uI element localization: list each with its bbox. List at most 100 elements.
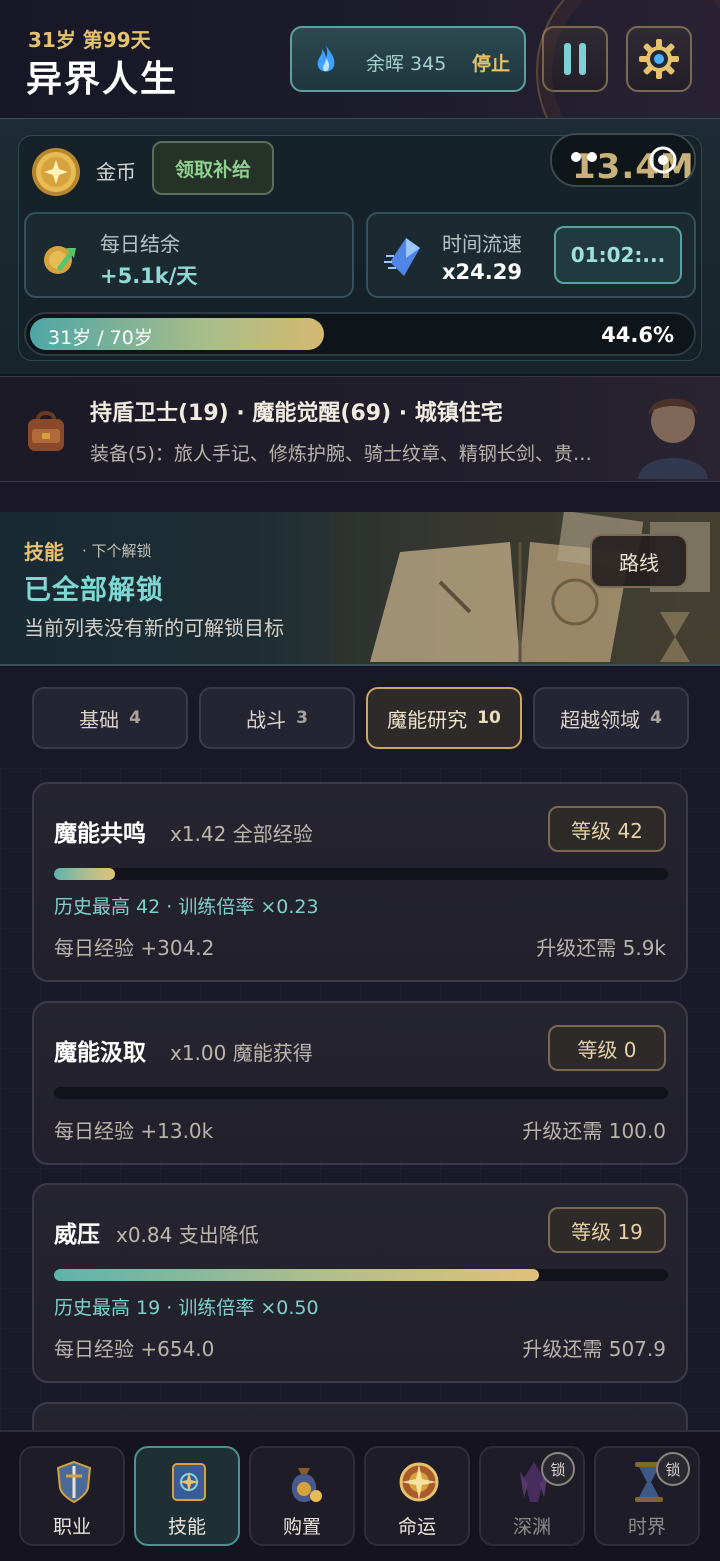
route-button[interactable]: 路线 — [590, 534, 688, 588]
lock-icon: 锁 — [541, 1452, 575, 1486]
skill-exp-needed: 升级还需 507.9 — [522, 1337, 666, 1361]
tab-label: 基础 — [79, 707, 120, 732]
tab-label: 魔能研究 — [387, 707, 468, 732]
tab-basic[interactable]: 基础 4 — [32, 687, 188, 749]
skill-level-badge: 等级 0 — [548, 1025, 666, 1071]
tab-label: 战斗 — [246, 707, 287, 732]
skill-effect: x1.42 全部经验 — [170, 822, 313, 846]
tab-magic-research[interactable]: 魔能研究 10 — [366, 687, 522, 749]
app-title: 异界人生 — [26, 59, 179, 100]
skill-effect: x1.00 魔能获得 — [170, 1041, 313, 1065]
age-progress-percent: 44.6% — [601, 323, 674, 347]
settings-button[interactable] — [626, 26, 692, 92]
money-bag-icon — [292, 1468, 322, 1502]
nav-label: 深渊 — [512, 1516, 551, 1538]
daily-balance-label: 每日结余 — [100, 232, 180, 256]
skill-effect: x0.84 支出降低 — [116, 1223, 259, 1247]
skill-category-tabs: 基础 4 战斗 3 魔能研究 10 超越领域 4 — [0, 668, 720, 768]
skill-progress-bar — [54, 868, 668, 880]
skill-list[interactable]: 魔能共鸣 x1.42 全部经验 等级 42 历史最高 42 · 训练倍率 ×0.… — [0, 768, 720, 1430]
nav-abyss[interactable]: 深渊 锁 — [479, 1446, 585, 1546]
tab-transcendence[interactable]: 超越领域 4 — [533, 687, 689, 749]
time-speed-box: 时间流速 x24.29 01:02:... — [366, 212, 696, 298]
skills-banner: 技能 · 下个解锁 已全部解锁 当前列表没有新的可解锁目标 路线 — [0, 512, 720, 666]
skill-card[interactable]: 威压 x0.84 支出降低 等级 19 历史最高 19 · 训练倍率 ×0.50… — [32, 1183, 688, 1383]
skill-exp-needed: 升级还需 100.0 — [522, 1119, 666, 1143]
crystal-icon — [384, 238, 420, 276]
pause-button[interactable] — [542, 26, 608, 92]
nav-skills[interactable]: 技能 — [134, 1446, 240, 1546]
age-progress-bar: 31岁 / 70岁 44.6% — [24, 312, 696, 356]
skill-card[interactable]: 魔能汲取 x1.00 魔能获得 等级 0 每日经验 +13.0k 升级还需 10… — [32, 1001, 688, 1165]
skill-daily-exp: 每日经验 +13.0k — [54, 1119, 214, 1143]
tab-label: 超越领域 — [560, 707, 641, 732]
skill-name: 魔能汲取 — [54, 1040, 146, 1066]
bottom-navigation: 职业 技能 购置 命运 深渊 锁 时界 锁 — [0, 1430, 720, 1561]
daily-balance-value: +5.1k/天 — [100, 264, 198, 288]
skill-daily-exp: 每日经验 +304.2 — [54, 936, 215, 960]
tab-count: 3 — [296, 708, 308, 728]
skill-daily-exp: 每日经验 +654.0 — [54, 1337, 215, 1361]
spellbook-icon — [172, 1463, 206, 1501]
gold-value-display: 13.4M — [550, 133, 696, 187]
skill-card[interactable]: 魔能共鸣 x1.42 全部经验 等级 42 历史最高 42 · 训练倍率 ×0.… — [32, 782, 688, 982]
skill-progress-fill — [54, 868, 116, 880]
tab-count: 4 — [129, 708, 141, 728]
tab-combat[interactable]: 战斗 3 — [199, 687, 355, 749]
top-header: 31岁 第99天 异界人生 余晖 345 停止 — [0, 0, 720, 184]
skill-card[interactable] — [32, 1402, 688, 1430]
view-toggle-icon[interactable] — [648, 145, 678, 175]
tab-count: 10 — [477, 708, 501, 728]
dots-icon — [571, 152, 597, 162]
age-day-label: 31岁 第99天 — [28, 28, 151, 52]
nav-label: 命运 — [397, 1516, 436, 1538]
skill-exp-needed: 升级还需 5.9k — [536, 936, 666, 960]
unlock-status-heading: 已全部解锁 — [24, 575, 164, 606]
nav-fate[interactable]: 命运 — [364, 1446, 470, 1546]
section-divider — [0, 482, 720, 512]
skills-tag: 技能 — [24, 540, 64, 564]
career-title: 持盾卫士(19) · 魔能觉醒(69) · 城镇住宅 — [90, 401, 503, 426]
time-speed-value: x24.29 — [442, 260, 522, 284]
equipment-list: 装备(5)：旅人手记、修炼护腕、骑士纹章、精钢长剑、贵… — [90, 443, 592, 465]
age-progress-label: 31岁 / 70岁 — [48, 327, 153, 349]
skill-progress-fill — [54, 1269, 540, 1281]
ember-panel: 余晖 345 停止 — [290, 26, 526, 92]
unlock-status-subtitle: 当前列表没有新的可解锁目标 — [24, 616, 284, 640]
coin-growth-icon — [44, 246, 76, 274]
nav-label: 技能 — [167, 1516, 206, 1538]
nav-label: 时界 — [627, 1516, 666, 1538]
skill-level-badge: 等级 19 — [548, 1207, 666, 1253]
career-summary[interactable]: 持盾卫士(19) · 魔能觉醒(69) · 城镇住宅 装备(5)：旅人手记、修炼… — [0, 376, 720, 482]
pause-icon — [564, 43, 586, 75]
skill-history: 历史最高 19 · 训练倍率 ×0.50 — [54, 1297, 319, 1319]
nav-label: 职业 — [52, 1516, 91, 1538]
skill-name: 威压 — [54, 1222, 100, 1248]
nav-career[interactable]: 职业 — [19, 1446, 125, 1546]
skill-progress-bar — [54, 1269, 668, 1281]
daily-balance-box: 每日结余 +5.1k/天 — [24, 212, 354, 298]
timer-button[interactable]: 01:02:... — [554, 226, 682, 284]
gear-icon — [639, 39, 679, 79]
skill-level-badge: 等级 42 — [548, 806, 666, 852]
claim-supply-button[interactable]: 领取补给 — [152, 141, 274, 195]
nav-label: 购置 — [282, 1516, 321, 1538]
hero-portrait-image — [638, 398, 708, 479]
blue-flame-icon — [317, 45, 335, 72]
time-speed-label: 时间流速 — [442, 232, 522, 256]
stop-button[interactable]: 停止 — [472, 49, 510, 76]
next-unlock-label: · 下个解锁 — [82, 542, 152, 560]
nav-time-realm[interactable]: 时界 锁 — [594, 1446, 700, 1546]
tab-count: 4 — [650, 708, 662, 728]
backpack-icon — [28, 411, 64, 451]
skill-progress-bar — [54, 1087, 668, 1099]
gold-label: 金币 — [96, 160, 136, 184]
gold-coin-icon — [32, 148, 80, 196]
skill-history: 历史最高 42 · 训练倍率 ×0.23 — [54, 896, 319, 918]
nav-purchase[interactable]: 购置 — [249, 1446, 355, 1546]
skill-name: 魔能共鸣 — [54, 821, 146, 847]
lock-icon: 锁 — [656, 1452, 690, 1486]
ember-count: 余晖 345 — [366, 53, 447, 75]
shield-sword-icon — [56, 1460, 92, 1504]
fate-compass-icon — [399, 1462, 439, 1502]
